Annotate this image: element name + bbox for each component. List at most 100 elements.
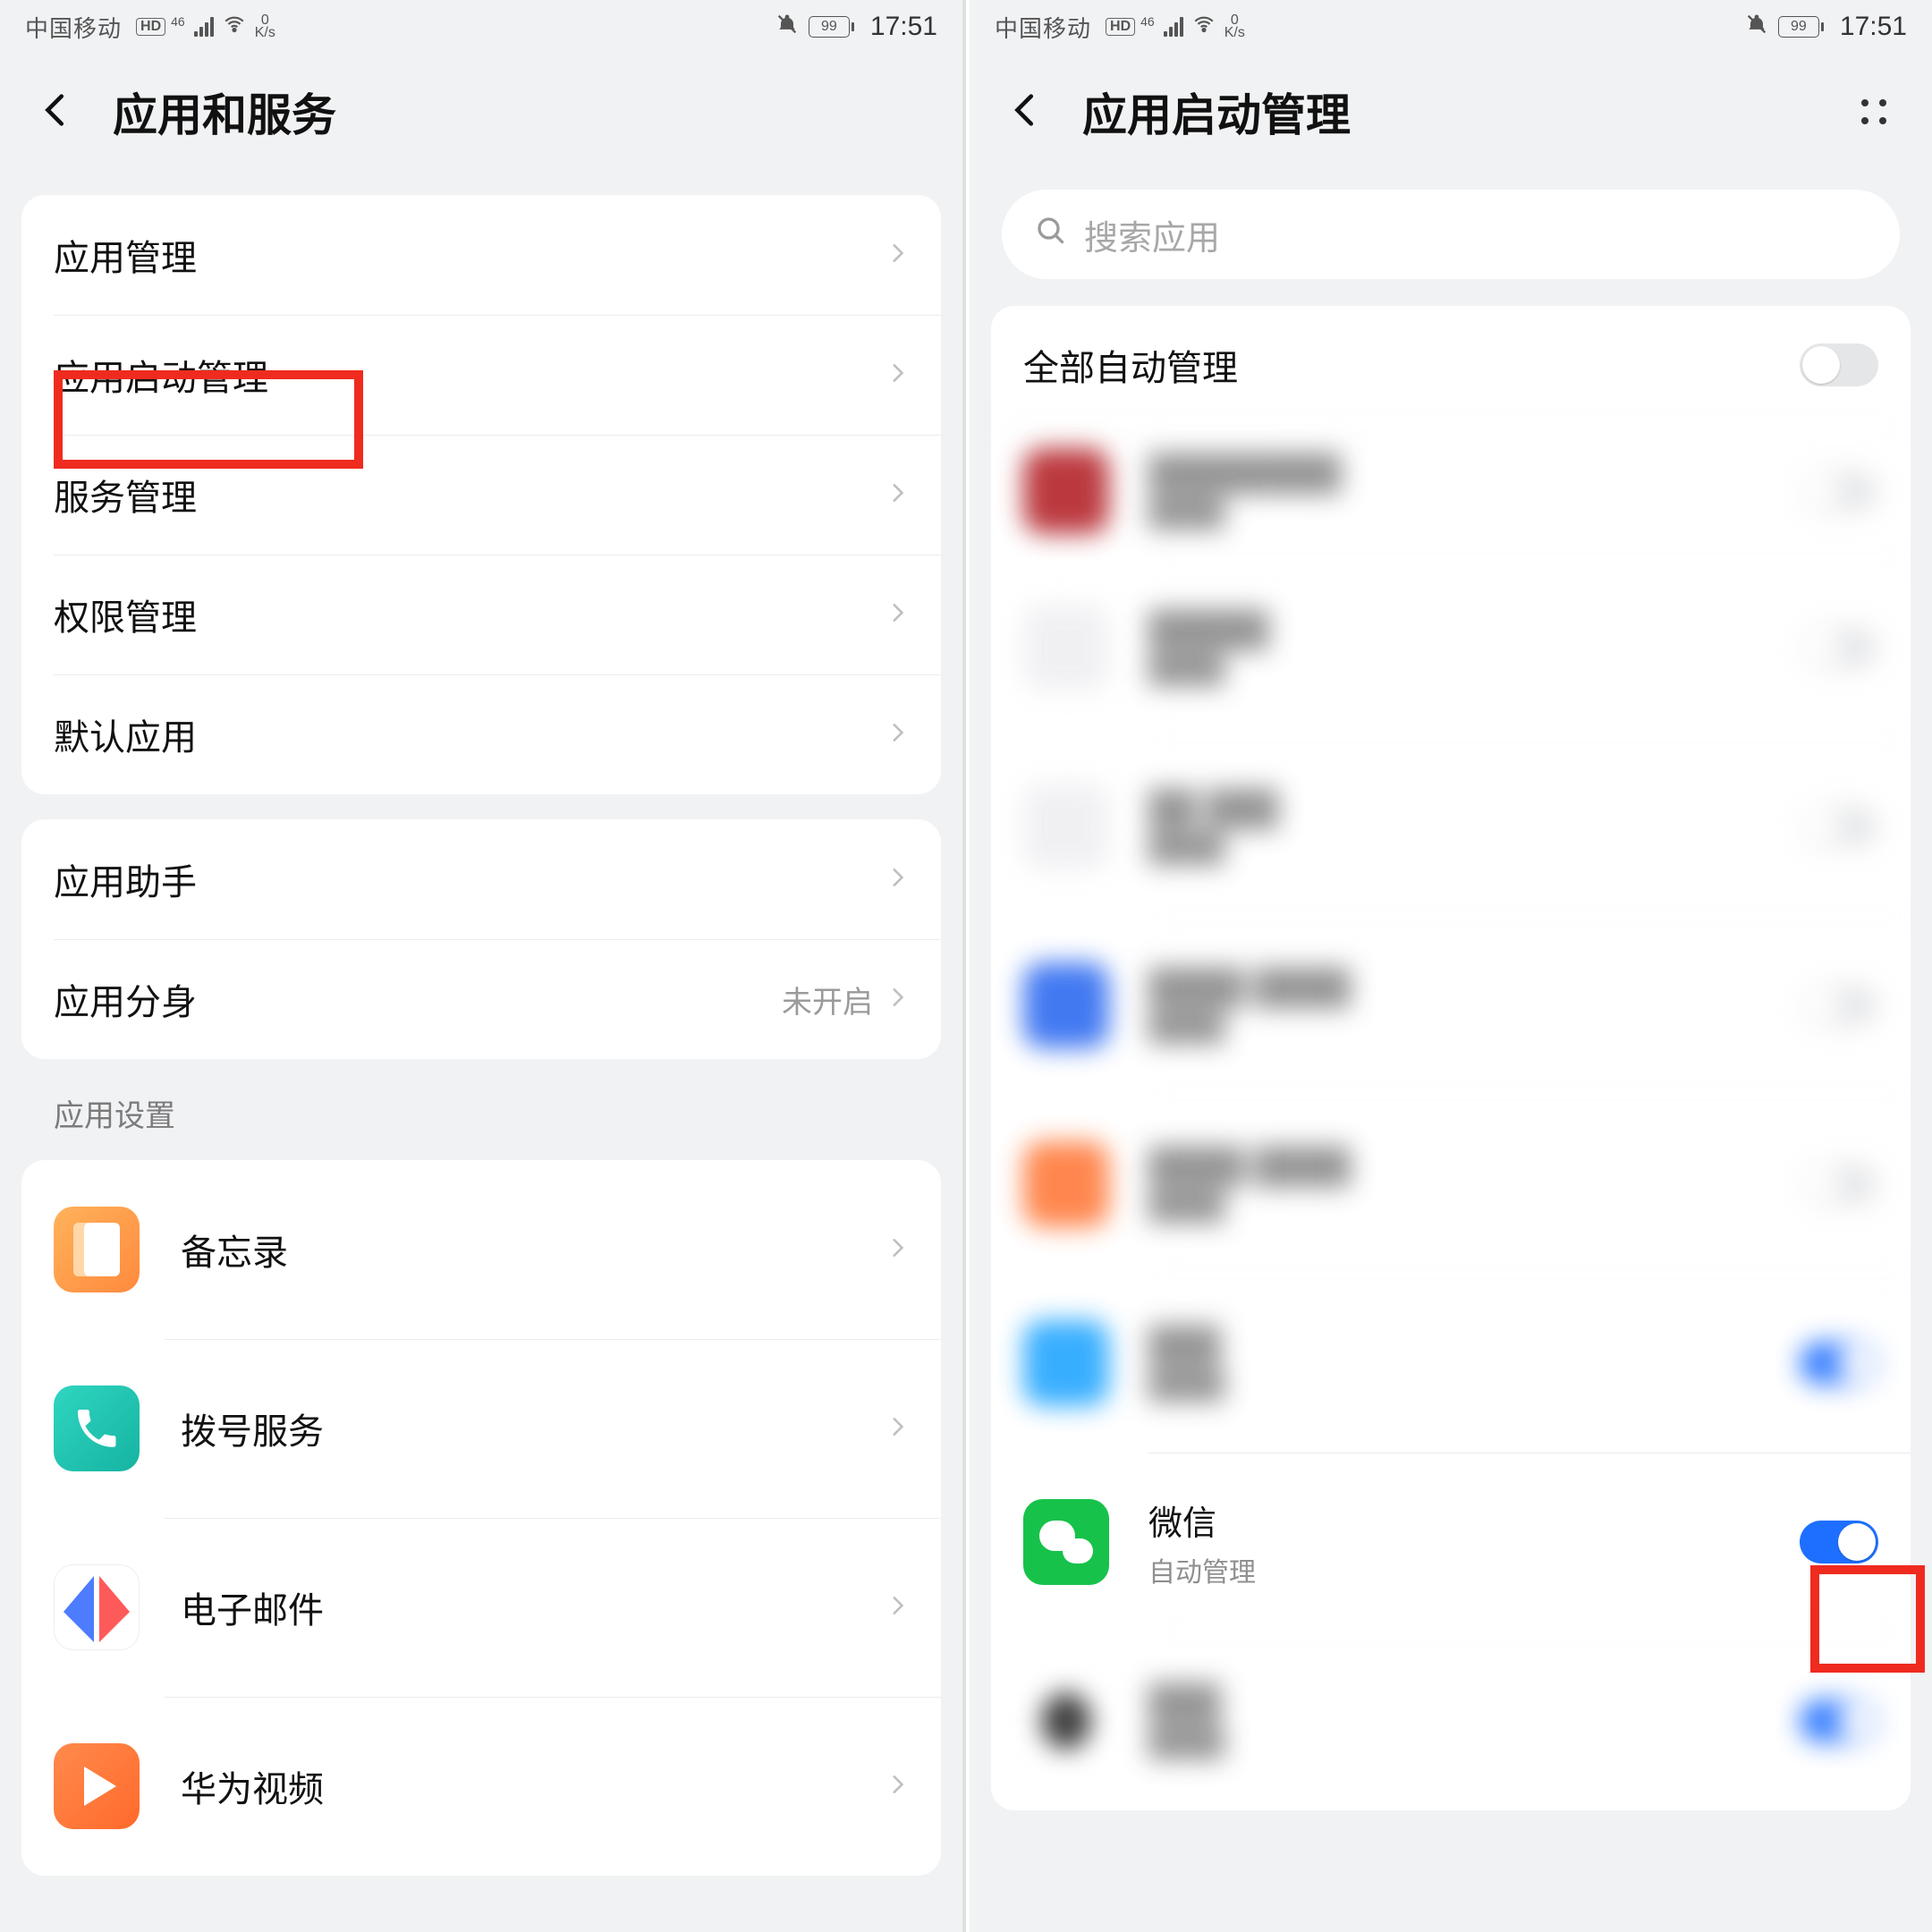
chevron-right-icon <box>886 1236 909 1264</box>
app-row-dialer[interactable]: 拨号服务 <box>21 1339 941 1518</box>
chevron-right-icon <box>886 986 909 1013</box>
toggle[interactable] <box>1800 805 1878 848</box>
app-row-email[interactable]: 电子邮件 <box>21 1518 941 1697</box>
signal-icon <box>194 17 214 37</box>
mute-icon <box>775 12 800 43</box>
app-row-blurred[interactable]: ███████ <box>991 1274 1911 1453</box>
app-sub: ████ <box>1148 498 1341 529</box>
app-icon <box>1023 1141 1109 1227</box>
app-sub: 自动管理 <box>1148 1550 1256 1589</box>
app-row-blurred[interactable]: ██ ███ ████ <box>991 737 1911 916</box>
row-label: 应用助手 <box>54 853 197 905</box>
app-icon <box>1023 1678 1109 1764</box>
row-value: 未开启 <box>782 978 873 1021</box>
chevron-right-icon <box>886 1594 909 1622</box>
row-permission-management[interactable]: 权限管理 <box>21 555 941 674</box>
app-sub: ████ <box>1148 1013 1351 1043</box>
app-name: ███ <box>1148 1326 1224 1365</box>
status-bar: 中国移动 HD 46 0 K/s 99 17:51 <box>0 0 962 54</box>
memo-icon <box>54 1207 140 1292</box>
status-bar: 中国移动 HD 46 0 K/s 99 17:51 <box>970 0 1932 54</box>
app-icon <box>1023 784 1109 869</box>
row-service-management[interactable]: 服务管理 <box>21 435 941 555</box>
row-all-auto-manage: 全部自动管理 <box>991 306 1911 424</box>
toggle[interactable] <box>1800 1342 1878 1385</box>
app-icon <box>1023 962 1109 1048</box>
app-name: 微信 <box>1148 1496 1256 1545</box>
toggle-wechat[interactable] <box>1800 1521 1878 1563</box>
net-speed: 0 K/s <box>255 14 275 40</box>
video-icon <box>54 1743 140 1829</box>
row-label: 全部自动管理 <box>1023 339 1238 391</box>
carrier-label: 中国移动 <box>25 11 122 44</box>
app-settings-list: 备忘录 拨号服务 电子邮件 华为视频 <box>21 1160 941 1876</box>
row-label: 应用分身 <box>54 973 197 1025</box>
toggle[interactable] <box>1800 470 1878 513</box>
search-icon <box>1034 214 1066 255</box>
chevron-right-icon <box>886 721 909 749</box>
page-header: 应用和服务 <box>0 54 962 170</box>
row-label: 权限管理 <box>54 589 197 640</box>
chevron-right-icon <box>886 481 909 509</box>
app-sub: ████ <box>1148 1191 1351 1222</box>
screen-divider <box>962 0 966 1932</box>
toggle[interactable] <box>1800 1699 1878 1742</box>
page-title: 应用和服务 <box>113 80 336 144</box>
mute-icon <box>1744 12 1769 43</box>
back-button[interactable] <box>36 89 77 135</box>
search-input[interactable]: 搜索应用 <box>1002 190 1900 279</box>
app-icon <box>1023 1320 1109 1406</box>
back-button[interactable] <box>1005 89 1046 135</box>
clock: 17:51 <box>1840 12 1907 42</box>
row-app-assistant[interactable]: 应用助手 <box>21 819 941 939</box>
carrier-label: 中国移动 <box>995 11 1091 44</box>
app-icon <box>1023 448 1109 534</box>
row-app-management[interactable]: 应用管理 <box>21 195 941 315</box>
wechat-icon <box>1023 1499 1109 1585</box>
app-sub: ████ <box>1148 1728 1224 1758</box>
row-label: 拨号服务 <box>181 1402 324 1454</box>
row-label: 应用启动管理 <box>54 349 268 401</box>
hd-badge: HD <box>1106 18 1135 36</box>
app-sub: ████ <box>1148 655 1269 685</box>
row-label: 应用管理 <box>54 229 197 281</box>
page-title: 应用启动管理 <box>1082 80 1351 144</box>
app-row-memo[interactable]: 备忘录 <box>21 1160 941 1339</box>
battery-icon: 99 <box>809 16 854 38</box>
app-name: ████ ████ <box>1148 969 1351 1007</box>
row-app-launch-management[interactable]: 应用启动管理 <box>21 315 941 435</box>
phone-right: 中国移动 HD 46 0 K/s 99 17:51 <box>970 0 1932 1932</box>
row-label: 备忘录 <box>181 1224 288 1275</box>
settings-group-2: 应用助手 应用分身 未开启 <box>21 819 941 1059</box>
app-row-blurred[interactable]: ████ ████ ████ <box>991 1095 1911 1274</box>
app-name: █████ <box>1148 611 1269 649</box>
app-row-blurred[interactable]: ████ ████ ████ <box>991 916 1911 1095</box>
app-sub: ████ <box>1148 834 1278 864</box>
app-row-blurred[interactable]: █████████ <box>991 558 1911 737</box>
section-header-app-settings: 应用设置 <box>21 1084 941 1135</box>
phone-icon <box>54 1385 140 1471</box>
network-type: 46 <box>171 14 185 29</box>
app-row-wechat[interactable]: 微信 自动管理 <box>991 1453 1911 1631</box>
row-label: 服务管理 <box>54 469 197 521</box>
row-default-apps[interactable]: 默认应用 <box>21 674 941 794</box>
toggle[interactable] <box>1800 984 1878 1027</box>
chevron-right-icon <box>886 1773 909 1801</box>
app-row-blurred[interactable]: ████████████ <box>991 424 1911 558</box>
wifi-icon <box>223 13 246 42</box>
toggle[interactable] <box>1800 626 1878 669</box>
row-app-twin[interactable]: 应用分身 未开启 <box>21 939 941 1059</box>
app-name: ██ ███ <box>1148 790 1278 828</box>
more-button[interactable] <box>1852 89 1896 134</box>
toggle-all-auto[interactable] <box>1800 343 1878 386</box>
chevron-right-icon <box>886 361 909 389</box>
clock: 17:51 <box>870 12 937 42</box>
toggle[interactable] <box>1800 1163 1878 1206</box>
app-name: ████ ████ <box>1148 1148 1351 1186</box>
chevron-right-icon <box>886 242 909 269</box>
app-row-huawei-video[interactable]: 华为视频 <box>21 1697 941 1876</box>
app-row-blurred[interactable]: ███████ <box>991 1631 1911 1810</box>
net-speed: 0 K/s <box>1224 14 1245 40</box>
row-label: 华为视频 <box>181 1760 324 1812</box>
app-name: ████████ <box>1148 454 1341 493</box>
